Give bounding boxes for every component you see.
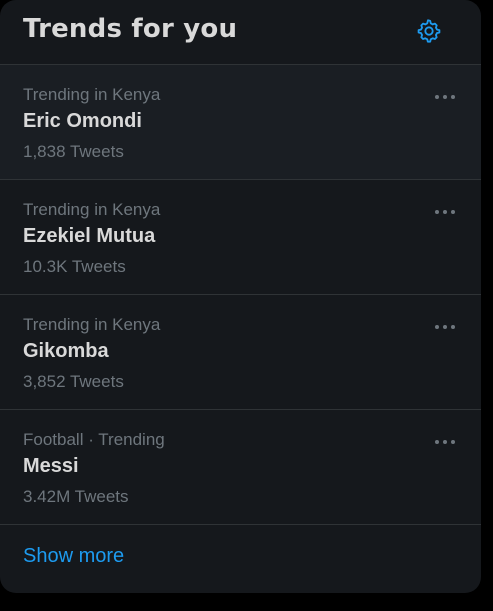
more-options-button[interactable] (428, 315, 462, 339)
trend-tweet-count: 3.42M Tweets (23, 487, 129, 506)
trend-tweet-count: 1,838 Tweets (23, 142, 124, 161)
more-options-button[interactable] (428, 85, 462, 109)
trends-title: Trends for you (23, 14, 238, 44)
trend-item[interactable]: Trending in Kenya Gikomba 3,852 Tweets (0, 295, 481, 410)
more-dots-icon (435, 440, 455, 444)
more-dots-icon (435, 95, 455, 99)
trend-name: Ezekiel Mutua (23, 225, 156, 247)
gear-icon (417, 19, 441, 43)
trends-panel: Trends for you Trending in Kenya Eric Om… (0, 0, 481, 593)
trend-item[interactable]: Football · Trending Messi 3.42M Tweets (0, 410, 481, 525)
settings-button[interactable] (413, 15, 445, 47)
more-dots-icon (435, 325, 455, 329)
trend-item[interactable]: Trending in Kenya Eric Omondi 1,838 Twee… (0, 65, 481, 180)
trend-name: Eric Omondi (23, 110, 142, 132)
more-dots-icon (435, 210, 455, 214)
trend-context: Trending in Kenya (23, 85, 161, 104)
trend-tweet-count: 10.3K Tweets (23, 257, 126, 276)
trends-header: Trends for you (0, 0, 481, 65)
trend-name: Gikomba (23, 340, 109, 362)
trend-name: Messi (23, 455, 79, 477)
trend-context: Trending in Kenya (23, 315, 161, 334)
trend-tweet-count: 3,852 Tweets (23, 372, 124, 391)
trend-context: Trending in Kenya (23, 200, 161, 219)
more-options-button[interactable] (428, 430, 462, 454)
more-options-button[interactable] (428, 200, 462, 224)
show-more-link[interactable]: Show more (23, 545, 124, 568)
trend-item[interactable]: Trending in Kenya Ezekiel Mutua 10.3K Tw… (0, 180, 481, 295)
trend-context: Football · Trending (23, 430, 165, 449)
